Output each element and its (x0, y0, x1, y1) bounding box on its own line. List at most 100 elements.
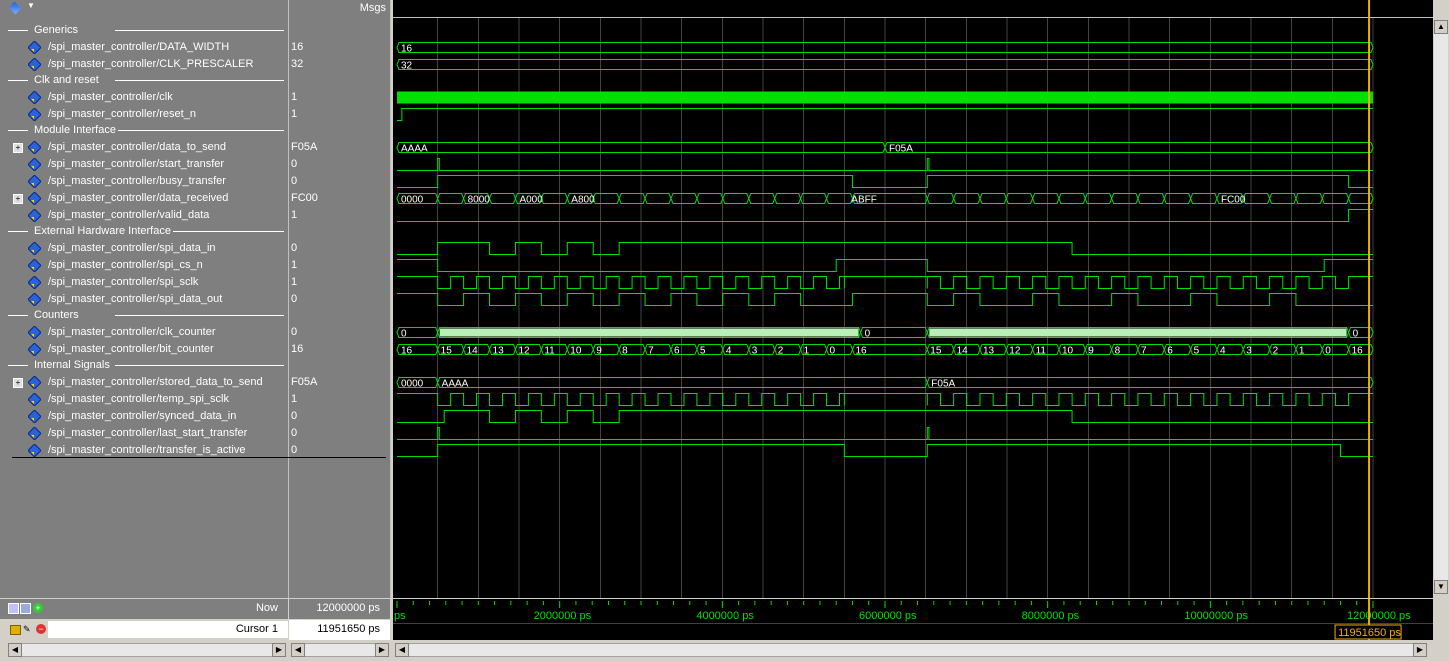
cursor-value-cell: 11951650 ps (289, 620, 390, 640)
signal-row[interactable]: /spi_master_controller/valid_data (0, 207, 288, 224)
plus-expander-icon[interactable]: + (13, 378, 23, 388)
bus-segment (1058, 193, 1086, 204)
signal-value: 16 (291, 41, 304, 53)
signal-row[interactable]: /spi_master_controller/busy_transfer (0, 173, 288, 190)
signal-row[interactable]: + /spi_master_controller/data_to_send (0, 139, 288, 156)
group-divider (115, 315, 284, 316)
table-icon[interactable] (20, 603, 31, 614)
remove-cursor-icon[interactable]: − (36, 624, 46, 634)
bus-value-label: 14 (467, 346, 479, 357)
signal-name: /spi_master_controller/clk_counter (48, 326, 216, 338)
signal-name: /spi_master_controller/reset_n (48, 108, 196, 120)
bus-value-label: AAAA (401, 144, 428, 155)
values-scroll-right[interactable]: ▶ (375, 643, 389, 657)
wave-hscrollbar[interactable] (395, 643, 1427, 657)
group-label: Internal Signals (32, 358, 112, 373)
group-header[interactable]: Internal Signals (0, 358, 288, 373)
signal-name: /spi_master_controller/temp_spi_sclk (48, 393, 229, 405)
clk-waveform (397, 91, 1373, 104)
group-label: Counters (32, 308, 81, 323)
signal-row[interactable]: /spi_master_controller/temp_spi_sclk (0, 391, 288, 408)
scroll-track[interactable] (1434, 34, 1448, 580)
group-divider (8, 231, 28, 232)
bus-value-label: 1 (1299, 346, 1305, 357)
bus-segment (926, 377, 1374, 388)
plus-expander-icon[interactable]: + (13, 194, 23, 204)
signal-row[interactable]: /spi_master_controller/spi_data_out (0, 291, 288, 308)
lock-icon[interactable] (10, 625, 21, 635)
diamond-signal-icon (28, 242, 41, 255)
signal-row[interactable]: /spi_master_controller/clk (0, 89, 288, 106)
names-scroll-left[interactable]: ◀ (8, 643, 22, 657)
plus-icon[interactable]: + (33, 603, 43, 613)
bus-segment (1032, 193, 1060, 204)
group-header[interactable]: Clk and reset (0, 73, 288, 88)
bus-value-label: ABFF (851, 195, 877, 206)
signal-row[interactable]: /spi_master_controller/spi_data_in (0, 240, 288, 257)
group-label: Generics (32, 23, 81, 38)
bus-segment (722, 193, 750, 204)
diamond-signal-icon (28, 108, 41, 121)
bus-segment (696, 193, 724, 204)
timeline-canvas[interactable]: ps 2000000 ps 4000000 ps 6000000 ps 8000000 … (393, 599, 1433, 640)
timeline-label: 6000000 ps (859, 610, 917, 622)
signal-row[interactable]: /spi_master_controller/last_start_transf… (0, 425, 288, 442)
wave-toolbar-icon[interactable] (8, 1, 22, 15)
timeline-ruler[interactable]: ps 2000000 ps 4000000 ps 6000000 ps 8000000 … (393, 599, 1433, 640)
signal-row[interactable]: /spi_master_controller/start_transfer (0, 156, 288, 173)
cursor-label-box[interactable]: Cursor 1 (48, 621, 288, 638)
signal-row[interactable]: /spi_master_controller/bit_counter (0, 341, 288, 358)
signal-row[interactable]: + /spi_master_controller/stored_data_to_s… (0, 374, 288, 391)
bus-value-label: AAAA (442, 379, 469, 390)
signal-value: F05A (291, 376, 318, 388)
signal-value: 0 (291, 158, 298, 170)
signal-name: /spi_master_controller/busy_transfer (48, 175, 226, 187)
names-hscrollbar[interactable] (8, 643, 286, 657)
signal-row[interactable]: /spi_master_controller/DATA_WIDTH (0, 39, 288, 56)
signal-value-row: 0 (289, 291, 390, 308)
bus-value-label: 13 (493, 346, 505, 357)
signal-value: 0 (291, 410, 298, 422)
add-icon[interactable] (8, 603, 19, 614)
timeline-label: 2000000 ps (534, 610, 592, 622)
waveform-pane[interactable]: 16 32 AAAA F05A 0000 8000 A000 A800 ABFF FC00 0 0 0 1… (393, 0, 1433, 598)
bus-value-label: 15 (930, 346, 942, 357)
group-header[interactable]: Generics (0, 23, 288, 38)
values-scroll-left[interactable]: ◀ (291, 643, 305, 657)
signal-names-pane[interactable]: ▼ Generics/spi_master_controller/DATA_WI… (0, 0, 289, 598)
signal-name: /spi_master_controller/start_transfer (48, 158, 225, 170)
vertical-scrollbar[interactable]: ▲ ▼ (1433, 0, 1449, 598)
wave-scroll-left[interactable]: ◀ (395, 643, 409, 657)
diamond-signal-icon (28, 91, 41, 104)
signal-value-row: FC00 (289, 190, 390, 207)
group-header[interactable]: External Hardware Interface (0, 224, 288, 239)
scroll-up-button[interactable]: ▲ (1434, 20, 1448, 34)
names-scroll-right[interactable]: ▶ (272, 643, 286, 657)
group-divider (8, 315, 28, 316)
bus-value-label: F05A (931, 379, 955, 390)
msgs-label: Msgs (359, 2, 386, 14)
signal-value: 0 (291, 326, 298, 338)
cursor-flag-label: 11951650 ps (1338, 627, 1401, 639)
signal-value-row: F05A (289, 374, 390, 391)
signal-row[interactable]: /spi_master_controller/synced_data_in (0, 408, 288, 425)
scroll-down-button[interactable]: ▼ (1434, 580, 1448, 594)
plus-expander-icon[interactable]: + (13, 143, 23, 153)
signal-row[interactable]: /spi_master_controller/spi_cs_n (0, 257, 288, 274)
wave-scroll-right[interactable]: ▶ (1413, 643, 1427, 657)
signal-row[interactable]: + /spi_master_controller/data_received (0, 190, 288, 207)
group-header[interactable]: Module Interface (0, 123, 288, 138)
edit-cursor-icon[interactable]: ✎ (23, 624, 31, 635)
group-header[interactable]: Counters (0, 308, 288, 323)
signal-value-row: 1 (289, 106, 390, 123)
diamond-signal-icon (28, 192, 41, 205)
chevron-down-icon[interactable]: ▼ (27, 1, 35, 10)
signal-value-row: 0 (289, 173, 390, 190)
signal-row[interactable]: /spi_master_controller/CLK_PRESCALER (0, 56, 288, 73)
waveform-canvas[interactable]: 1632AAAA F05A0000 8000 A000 A800 ABFF FC000 0 01… (393, 0, 1433, 598)
signal-value-row: 1 (289, 257, 390, 274)
signal-row[interactable]: /spi_master_controller/spi_sclk (0, 274, 288, 291)
signal-row[interactable]: /spi_master_controller/clk_counter (0, 324, 288, 341)
signal-value: 1 (291, 209, 298, 221)
signal-row[interactable]: /spi_master_controller/reset_n (0, 106, 288, 123)
